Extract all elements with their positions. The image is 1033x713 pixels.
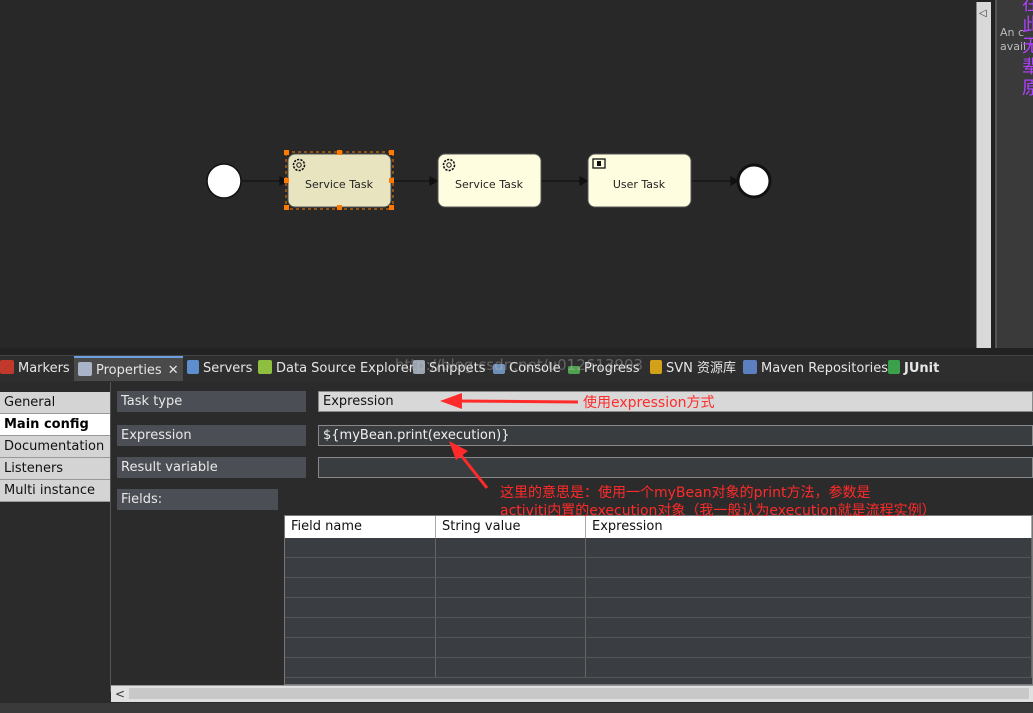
tab-label: JUnit	[904, 361, 940, 376]
sequence-flow-2-arrowhead	[429, 175, 439, 187]
table-row[interactable]	[285, 578, 1032, 598]
horizontal-scrollbar[interactable]: <	[111, 685, 1033, 702]
service-task-1-label: Service Task	[305, 178, 374, 191]
canvas-vertical-scrollbar[interactable]: ◁	[976, 2, 991, 348]
sequence-flow-3-arrowhead	[579, 175, 589, 187]
tab-maven-repositories[interactable]: Maven Repositories	[743, 356, 888, 381]
fields-label: Fields:	[117, 489, 278, 510]
tab-label: Maven Repositories	[761, 361, 889, 376]
tab-label: Data Source Explorer	[276, 361, 415, 376]
tab-markers[interactable]: Markers	[0, 356, 70, 381]
expression-input[interactable]: ${myBean.print(execution)}	[318, 425, 1033, 446]
junit-icon	[888, 360, 900, 374]
nav-item-multi-instance[interactable]: Multi instance	[0, 480, 110, 502]
data-source-icon	[258, 360, 272, 374]
tab-label: Properties	[96, 363, 162, 378]
end-event[interactable]	[736, 163, 772, 199]
column-field-name[interactable]: Field name	[285, 516, 436, 538]
annotation-expression-line1: 这里的意思是：使用一个myBean对象的print方法，参数是	[500, 485, 871, 501]
scroll-left-icon[interactable]: <	[115, 686, 125, 702]
annotation-task-type: 使用expression方式	[583, 395, 715, 411]
nav-divider	[110, 382, 111, 692]
nav-item-listeners[interactable]: Listeners	[0, 458, 110, 480]
servers-icon	[187, 360, 199, 374]
diagram-canvas[interactable]: Service Task Service Task User Task	[0, 0, 978, 348]
user-task[interactable]: User Task	[587, 153, 692, 208]
table-row[interactable]	[285, 618, 1032, 638]
collapse-left-icon[interactable]: ◁	[979, 8, 987, 19]
nav-item-main-config[interactable]: Main config	[0, 414, 110, 436]
nav-item-documentation[interactable]: Documentation	[0, 436, 110, 458]
properties-nav: General Main config Documentation Listen…	[0, 392, 110, 502]
table-row[interactable]	[285, 658, 1032, 678]
task-type-label: Task type	[117, 391, 306, 412]
result-variable-input[interactable]	[318, 457, 1033, 478]
markers-icon	[0, 360, 14, 374]
tab-servers[interactable]: Servers	[187, 356, 252, 381]
table-row[interactable]	[285, 638, 1032, 658]
watermark: http://blog.csdn.net/u012613903	[395, 356, 644, 374]
close-icon[interactable]: ✕	[168, 363, 179, 378]
table-row[interactable]	[285, 538, 1032, 558]
tab-properties[interactable]: Properties ✕	[74, 356, 183, 381]
table-row[interactable]	[285, 598, 1032, 618]
annotation-expression-line2: activiti内置的execution对象（我一般认为execution就是流…	[500, 503, 936, 519]
service-task-1[interactable]: Service Task	[284, 150, 394, 210]
nav-item-general[interactable]: General	[0, 392, 110, 414]
tab-junit[interactable]: JUnit	[888, 356, 939, 381]
expression-label: Expression	[117, 425, 306, 446]
palette-side-panel: An c avail 在此无辈原	[995, 0, 1033, 348]
process-flow: Service Task Service Task User Task	[206, 150, 772, 210]
tab-label: SVN 资源库	[666, 361, 737, 376]
tab-data-source-explorer[interactable]: Data Source Explorer	[258, 356, 414, 381]
svn-icon	[650, 360, 662, 374]
tab-label: Servers	[203, 361, 253, 376]
properties-icon	[78, 362, 92, 376]
scrollbar-thumb[interactable]	[129, 688, 1029, 699]
fields-table[interactable]: Field name String value Expression	[284, 515, 1033, 685]
side-panel-chars: 在此无辈原	[1022, 0, 1033, 99]
status-strip	[0, 703, 1033, 713]
table-row[interactable]	[285, 558, 1032, 578]
service-task-2-label: Service Task	[455, 178, 524, 191]
service-task-2[interactable]: Service Task	[437, 153, 542, 208]
start-event[interactable]	[206, 163, 242, 199]
tab-svn[interactable]: SVN 资源库	[650, 356, 736, 381]
user-task-label: User Task	[613, 178, 666, 191]
result-variable-label: Result variable	[117, 457, 306, 478]
maven-icon	[743, 360, 757, 374]
tab-label: Markers	[18, 361, 70, 376]
